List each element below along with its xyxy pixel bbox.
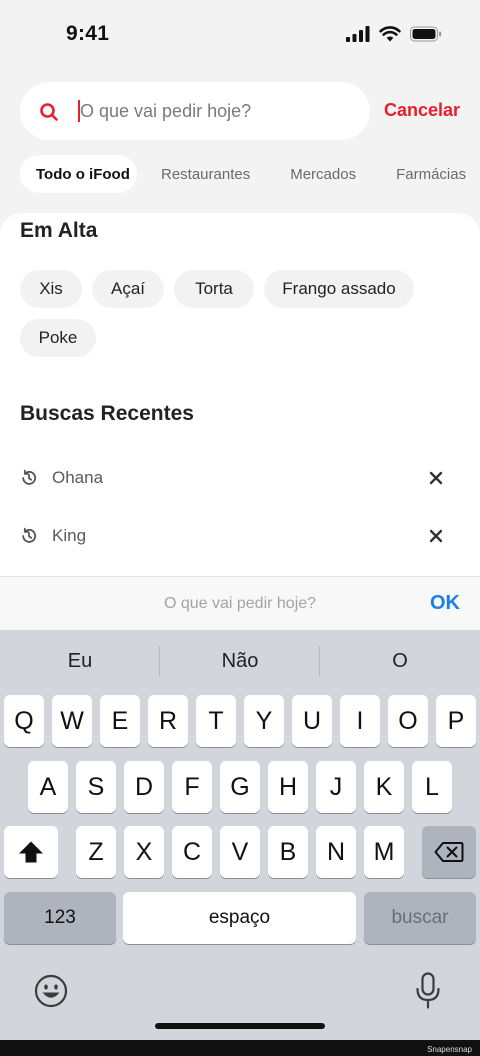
status-time: 9:41 [66,22,110,45]
key-m[interactable]: M [364,826,404,878]
key-p[interactable]: P [436,695,476,747]
numbers-key[interactable]: 123 [4,892,116,944]
key-f[interactable]: F [172,761,212,813]
trending-chip-poke[interactable]: Poke [20,319,96,357]
key-q[interactable]: Q [4,695,44,747]
search-input[interactable]: O que vai pedir hoje? [20,82,370,140]
trending-chip-frango-assado[interactable]: Frango assado [264,270,414,308]
keyboard: Eu Não O Q W E R T Y U I O P A S D F G H… [0,630,480,1040]
key-k[interactable]: K [364,761,404,813]
recent-search-item[interactable]: Ohana [20,464,460,494]
emoji-icon[interactable] [34,974,68,1008]
accessory-placeholder: O que vai pedir hoje? [163,595,317,612]
remove-recent-icon[interactable] [428,528,444,544]
category-tabs: Todo o iFood Restaurantes Mercados Farmá… [20,155,466,193]
shift-key[interactable] [4,826,58,878]
key-b[interactable]: B [268,826,308,878]
key-g[interactable]: G [220,761,260,813]
microphone-icon[interactable] [414,972,442,1010]
suggestion-item[interactable]: Eu [0,650,160,673]
tab-restaurantes[interactable]: Restaurantes [161,155,250,193]
key-a[interactable]: A [28,761,68,813]
key-i[interactable]: I [340,695,380,747]
remove-recent-icon[interactable] [428,470,444,486]
key-j[interactable]: J [316,761,356,813]
keyboard-suggestions: Eu Não O [0,630,480,692]
suggestion-item[interactable]: O [320,650,480,673]
status-icons [346,26,442,42]
key-h[interactable]: H [268,761,308,813]
bottom-bar [0,1040,480,1056]
key-v[interactable]: V [220,826,260,878]
tab-mercados[interactable]: Mercados [290,155,356,193]
tab-todo-o-ifood[interactable]: Todo o iFood [20,155,137,193]
trending-chip-xis[interactable]: Xis [20,270,82,308]
trending-chip-torta[interactable]: Torta [174,270,254,308]
recent-title: Buscas Recentes [20,402,194,425]
trending-title: Em Alta [20,219,98,242]
home-indicator [155,1023,325,1029]
search-key[interactable]: buscar [364,892,476,944]
key-l[interactable]: L [412,761,452,813]
cellular-signal-icon [346,26,370,42]
trending-chip-acai[interactable]: Açaí [92,270,164,308]
space-key[interactable]: espaço [123,892,356,944]
cancel-button[interactable]: Cancelar [384,100,460,121]
key-w[interactable]: W [52,695,92,747]
key-n[interactable]: N [316,826,356,878]
key-d[interactable]: D [124,761,164,813]
keyboard-accessory-bar: O que vai pedir hoje? OK [0,576,480,630]
wifi-icon [379,26,401,42]
key-r[interactable]: R [148,695,188,747]
key-e[interactable]: E [100,695,140,747]
tab-farmacias[interactable]: Farmácias [396,155,466,193]
recent-search-item[interactable]: King [20,522,460,552]
search-placeholder: O que vai pedir hoje? [80,101,252,121]
recent-search-label: Ohana [52,468,104,487]
content-sheet: Em Alta Xis Açaí Torta Frango assado Pok… [0,213,480,588]
key-u[interactable]: U [292,695,332,747]
ok-button[interactable]: OK [430,592,460,615]
key-o[interactable]: O [388,695,428,747]
key-s[interactable]: S [76,761,116,813]
shift-icon [19,841,43,863]
battery-icon [410,26,442,42]
history-icon [22,527,37,543]
recent-search-label: King [52,526,87,545]
watermark: Snapensnap [427,1045,472,1054]
search-row: O que vai pedir hoje? Cancelar [20,82,460,140]
key-y[interactable]: Y [244,695,284,747]
backspace-icon [434,842,464,862]
key-x[interactable]: X [124,826,164,878]
search-icon [40,103,58,121]
backspace-key[interactable] [422,826,476,878]
history-icon [22,469,37,485]
key-c[interactable]: C [172,826,212,878]
status-bar: 9:41 [0,0,480,70]
key-z[interactable]: Z [76,826,116,878]
key-t[interactable]: T [196,695,236,747]
suggestion-item[interactable]: Não [160,650,320,673]
